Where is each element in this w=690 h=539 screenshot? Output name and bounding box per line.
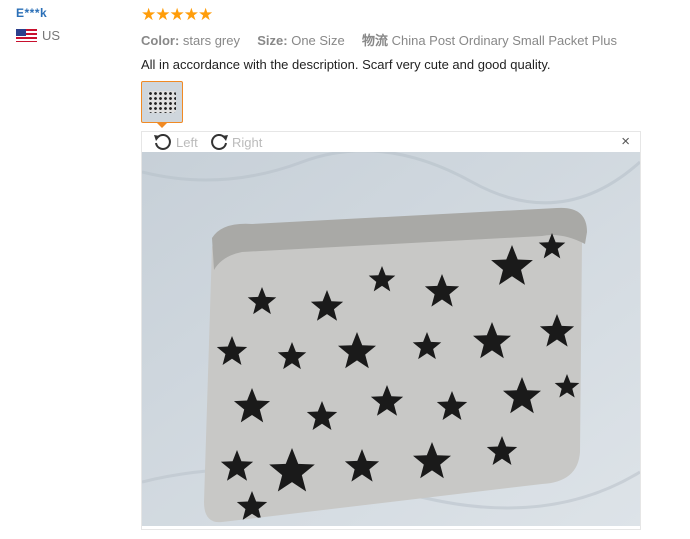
order-details: Color: stars grey Size: One Size 物流 Chin… <box>141 30 641 49</box>
photo-thumbnail[interactable] <box>141 81 183 123</box>
rotate-left-label: Left <box>176 134 198 150</box>
color-value: stars grey <box>182 33 240 48</box>
review-photo <box>142 152 640 526</box>
color-label: Color: <box>141 33 180 48</box>
rotate-right-icon <box>211 134 228 150</box>
selected-indicator-icon <box>157 123 167 128</box>
scarf-photo-image <box>142 152 640 526</box>
review-body: ★★★★★ Color: stars grey Size: One Size 物… <box>141 5 641 73</box>
rotate-left-button[interactable]: Left <box>152 133 198 151</box>
viewer-toolbar: Left Right × <box>142 132 640 152</box>
photo-thumbnail-strip <box>141 81 183 128</box>
logistics-value: China Post Ordinary Small Packet Plus <box>391 33 618 48</box>
logistics-label: 物流 <box>361 33 388 48</box>
rotate-right-label: Right <box>232 134 263 150</box>
photo-viewer: Left Right × <box>141 131 641 530</box>
buyer-country: US <box>16 28 126 43</box>
rotate-right-button[interactable]: Right <box>208 133 262 151</box>
size-label: Size: <box>257 33 288 48</box>
reviewer-info: E***k US <box>16 6 126 43</box>
us-flag-icon <box>16 29 37 42</box>
country-code: US <box>42 28 61 43</box>
rotate-left-icon <box>154 134 171 150</box>
star-rating: ★★★★★ <box>141 5 213 24</box>
buyer-name: E***k <box>16 6 48 20</box>
close-icon[interactable]: × <box>621 134 630 149</box>
size-value: One Size <box>291 33 345 48</box>
review-text: All in accordance with the description. … <box>141 57 551 72</box>
